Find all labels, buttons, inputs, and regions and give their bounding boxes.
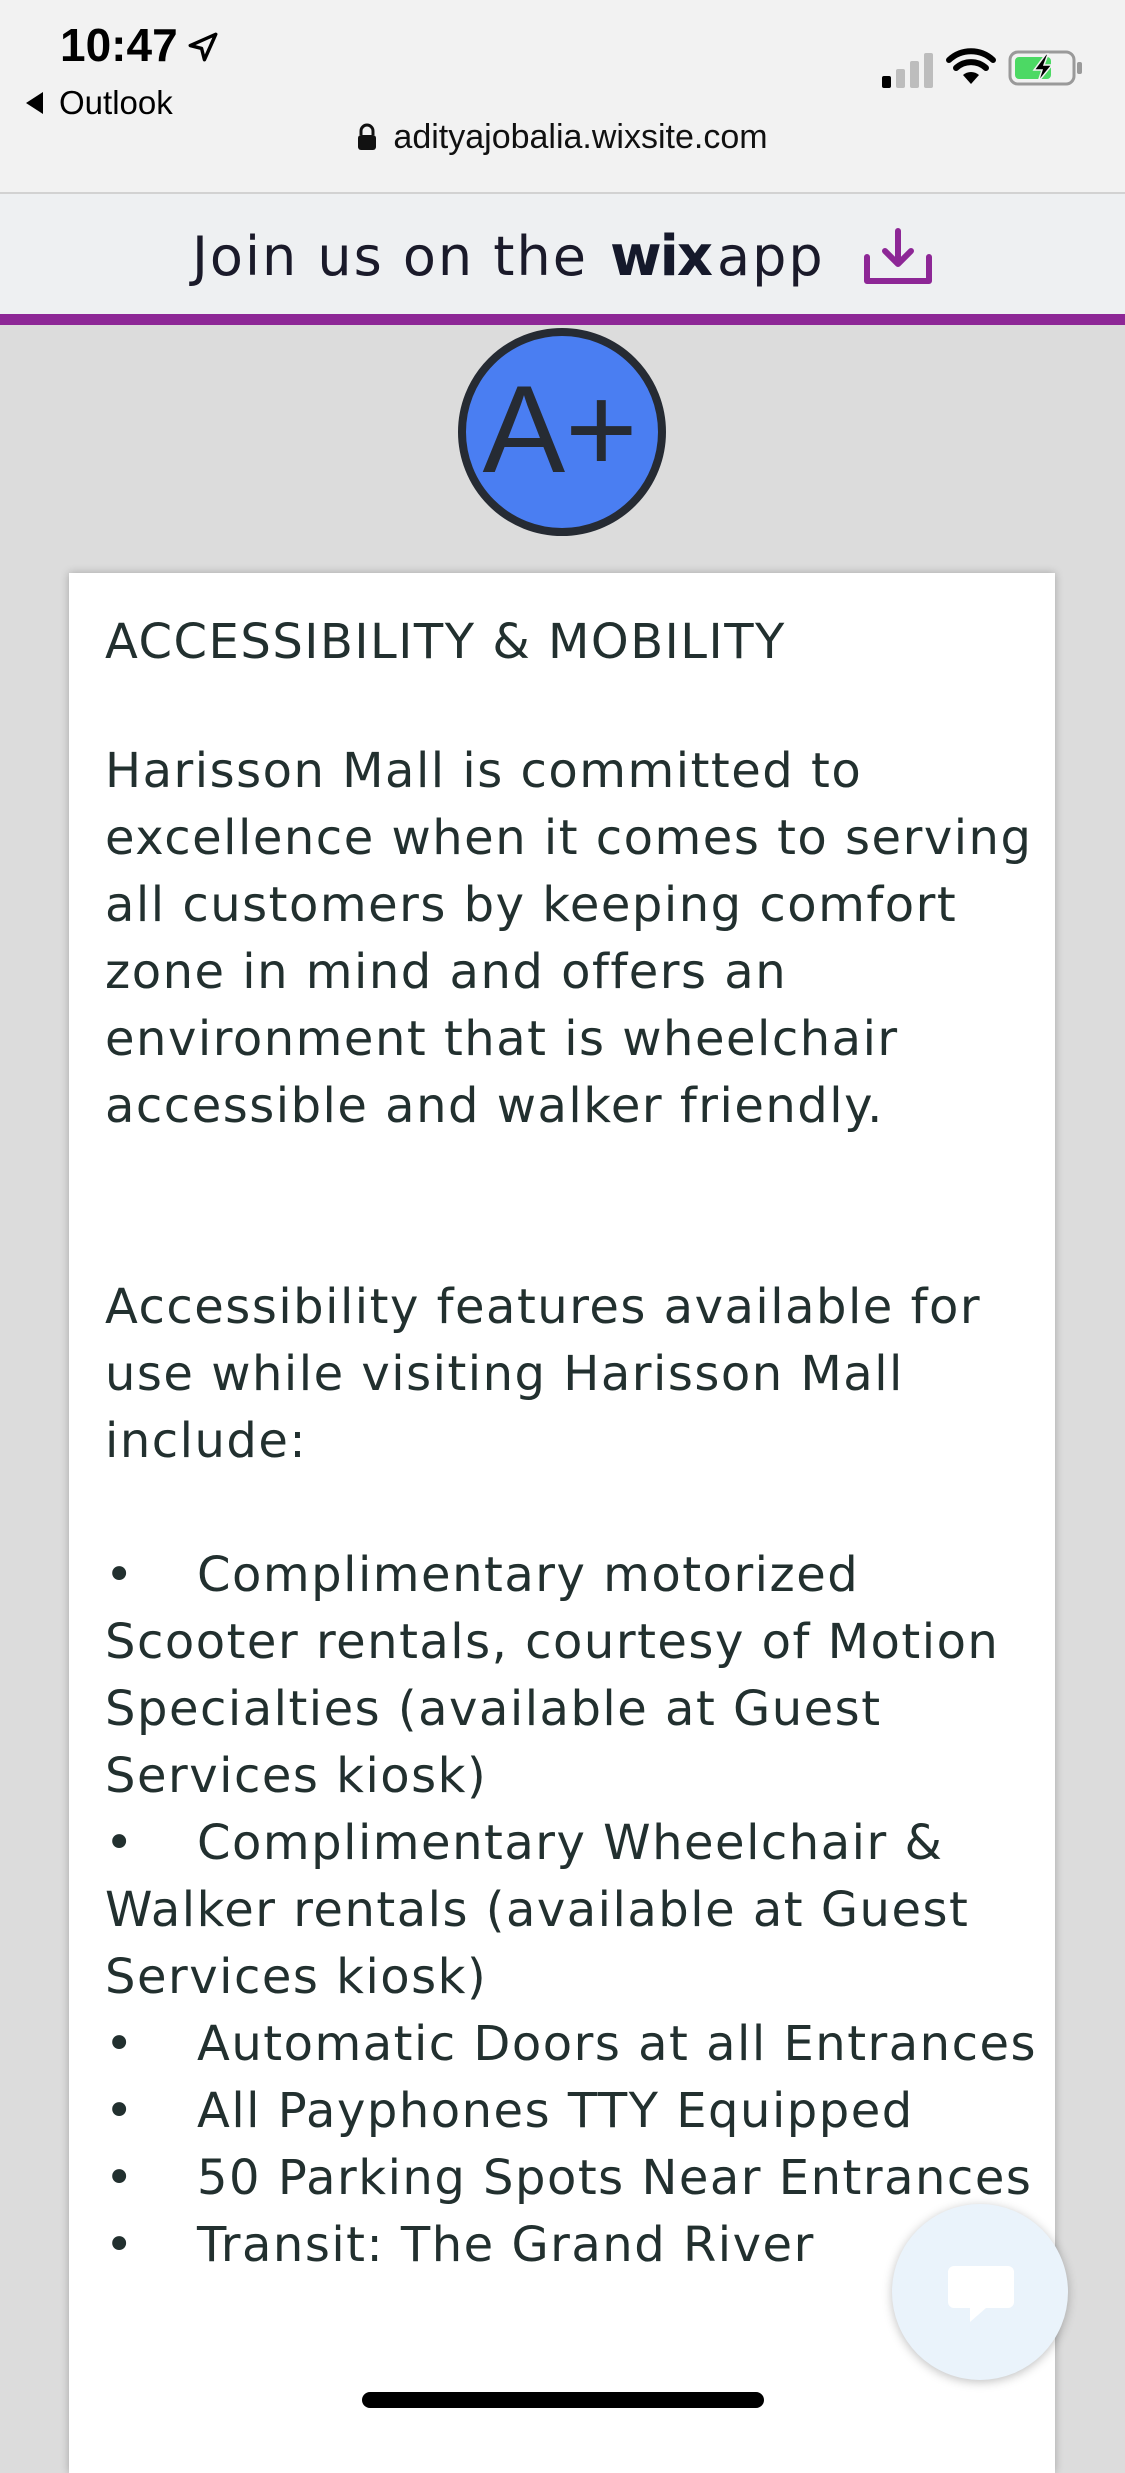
site-logo: A+ bbox=[458, 328, 666, 536]
list-item-text: Complimentary Wheelchair & Walker rental… bbox=[105, 1815, 970, 2005]
battery-charging-icon bbox=[1008, 50, 1082, 86]
wix-app-banner[interactable]: Join us on the wix app bbox=[0, 194, 1125, 325]
list-item: • Automatic Doors at all Entrances bbox=[105, 2011, 1040, 2078]
banner-prefix: Join us on the bbox=[192, 225, 588, 288]
bullet-icon: • bbox=[105, 2083, 135, 2139]
list-item: • 50 Parking Spots Near Entrances bbox=[105, 2145, 1040, 2212]
wifi-icon bbox=[946, 48, 996, 84]
url-text: adityajobalia.wixsite.com bbox=[393, 118, 768, 156]
list-item: • Complimentary Wheelchair & Walker renta… bbox=[105, 1810, 1040, 2011]
lock-icon bbox=[358, 123, 377, 150]
list-item: • Complimentary motorized Scooter rentals… bbox=[105, 1542, 1040, 1810]
chat-button[interactable] bbox=[892, 2204, 1068, 2380]
back-to-app-link[interactable]: Outlook bbox=[26, 84, 173, 122]
logo-text: A+ bbox=[482, 361, 637, 499]
back-arrow-icon bbox=[26, 92, 43, 114]
bullet-icon: • bbox=[105, 1547, 135, 1603]
bullet-icon: • bbox=[105, 1815, 135, 1871]
back-to-app-label: Outlook bbox=[59, 84, 173, 121]
status-time: 10:47 bbox=[60, 19, 178, 71]
content-card: ACCESSIBILITY & MOBILITY Harisson Mall i… bbox=[69, 573, 1055, 2473]
bullet-icon: • bbox=[105, 2150, 135, 2206]
list-item-text: All Payphones TTY Equipped bbox=[197, 2083, 914, 2139]
address-bar[interactable]: adityajobalia.wixsite.com bbox=[0, 118, 1125, 157]
list-item-text: 50 Parking Spots Near Entrances bbox=[197, 2150, 1033, 2206]
list-item: • All Payphones TTY Equipped bbox=[105, 2078, 1040, 2145]
chat-bubble-icon bbox=[948, 2266, 1014, 2322]
list-item-text: Transit: The Grand River bbox=[197, 2217, 815, 2273]
features-intro-paragraph: Accessibility features available for use… bbox=[105, 1279, 982, 1469]
bullet-icon: • bbox=[105, 2217, 135, 2273]
bullet-icon: • bbox=[105, 2016, 135, 2072]
home-indicator bbox=[362, 2392, 764, 2408]
browser-top-bar: 10:47 Outlook adityajobalia.wixsite.com bbox=[0, 0, 1125, 194]
list-item-text: Automatic Doors at all Entrances bbox=[197, 2016, 1038, 2072]
cellular-signal-icon bbox=[882, 53, 933, 88]
section-heading: ACCESSIBILITY & MOBILITY bbox=[105, 614, 786, 670]
features-list: • Complimentary motorized Scooter rentals… bbox=[105, 1542, 1040, 2279]
download-icon[interactable] bbox=[861, 227, 935, 287]
location-arrow-icon bbox=[188, 32, 218, 62]
wix-logo: wix bbox=[609, 224, 713, 289]
banner-suffix: app bbox=[717, 225, 825, 288]
list-item-text: Complimentary motorized Scooter rentals,… bbox=[105, 1547, 1000, 1804]
intro-paragraph: Harisson Mall is committed to excellence… bbox=[105, 743, 1033, 1134]
